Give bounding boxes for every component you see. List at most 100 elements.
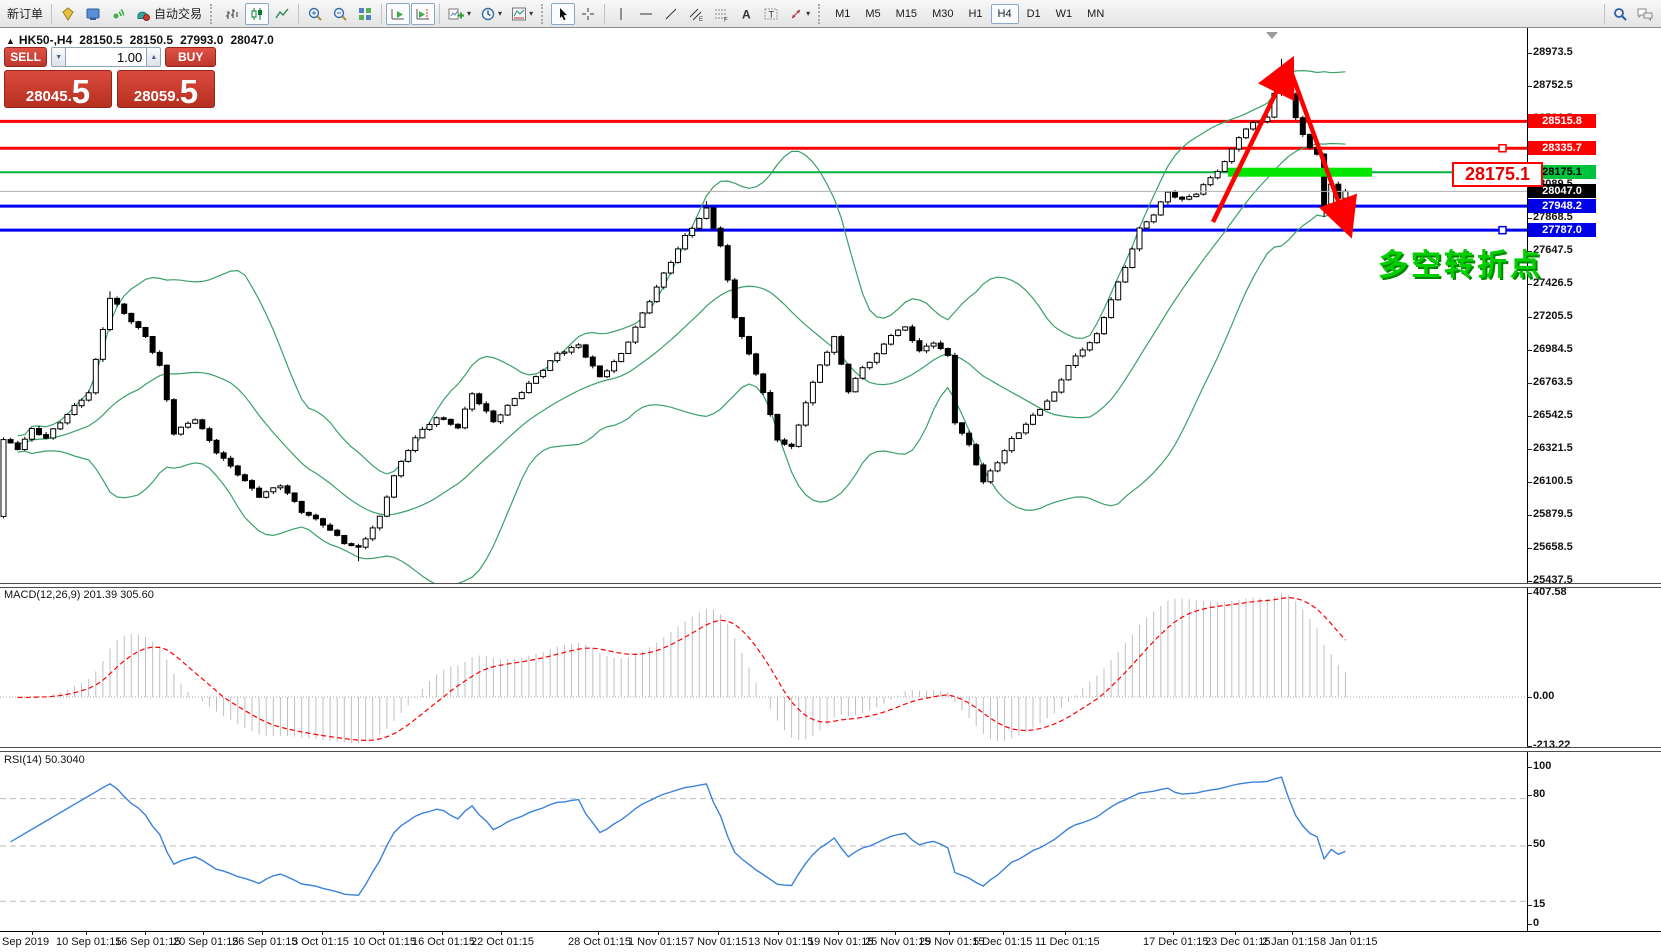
zoom-in-icon <box>307 6 323 22</box>
trendline-tool-button[interactable] <box>659 3 683 25</box>
price-tick-label: 28752.5 <box>1533 79 1573 91</box>
terminal-button[interactable] <box>81 3 105 25</box>
chat-button[interactable] <box>1632 3 1658 25</box>
tile-windows-button[interactable] <box>353 3 377 25</box>
cursor-tool-button[interactable] <box>551 3 575 25</box>
panel-resize-bar[interactable] <box>0 747 1661 752</box>
toolbar-separator <box>381 4 382 24</box>
time-label: 16 Sep 01:15 <box>115 936 180 948</box>
toolbar-drag-handle[interactable] <box>541 4 545 24</box>
time-tick <box>86 931 87 935</box>
rsi-panel-canvas[interactable] <box>0 749 1527 931</box>
toolbar-drag-handle[interactable] <box>818 4 822 24</box>
tab-m30[interactable]: M30 <box>925 4 960 24</box>
toolbar-drag-handle[interactable] <box>210 4 214 24</box>
panel-resize-bar[interactable] <box>0 583 1661 588</box>
ohlc-open: 28150.5 <box>79 33 122 47</box>
chat-icon <box>1636 6 1654 22</box>
svg-text:T: T <box>769 9 775 19</box>
new-chart-button[interactable]: ▾ <box>444 3 475 25</box>
signals-button[interactable] <box>106 3 130 25</box>
price-tick-label: 25658.5 <box>1533 541 1573 553</box>
periods-button[interactable]: ▾ <box>476 3 506 25</box>
search-button[interactable] <box>1608 3 1632 25</box>
arrows-tool-button[interactable]: ▾ <box>784 3 814 25</box>
one-click-trading-panel: SELL ▼ ▲ BUY 28045.5 28059.5 <box>4 47 216 108</box>
volume-input[interactable] <box>66 47 146 67</box>
macd-panel-canvas[interactable] <box>0 585 1527 747</box>
zoom-in-button[interactable] <box>303 3 327 25</box>
tab-m1[interactable]: M1 <box>828 4 857 24</box>
time-tick <box>778 931 779 935</box>
sell-price-main: 28045 <box>26 89 68 104</box>
tab-d1[interactable]: D1 <box>1020 4 1048 24</box>
ohlc-low: 27993.0 <box>180 33 223 47</box>
time-tick <box>203 931 204 935</box>
price-tick-label: 26100.5 <box>1533 475 1573 487</box>
chart-shift-button[interactable] <box>411 3 435 25</box>
line-handle <box>1499 145 1506 152</box>
axis-tick <box>1527 548 1532 549</box>
axis-tick <box>1527 53 1532 54</box>
buy-button[interactable]: BUY <box>165 47 216 67</box>
new-order-label: 新订单 <box>7 5 43 22</box>
templates-button[interactable]: ▾ <box>507 3 537 25</box>
tile-windows-icon <box>357 6 373 22</box>
time-label: 23 Dec 01:15 <box>1205 936 1270 948</box>
text-label-tool-button[interactable]: T <box>759 3 783 25</box>
time-label: 26 Sep 01:15 <box>232 936 297 948</box>
channel-tool-button[interactable]: E <box>684 3 708 25</box>
fibonacci-tool-button[interactable]: F <box>709 3 733 25</box>
volume-increase-button[interactable]: ▲ <box>146 47 161 67</box>
zoom-out-button[interactable] <box>328 3 352 25</box>
crosshair-icon <box>580 6 596 22</box>
time-tick <box>501 931 502 935</box>
price-badge: 28335.7 <box>1528 141 1596 155</box>
sell-button[interactable]: SELL <box>4 47 47 67</box>
ohlc-close: 28047.0 <box>230 33 273 47</box>
tab-h4[interactable]: H4 <box>991 4 1019 24</box>
buy-price[interactable]: 28059.5 <box>117 70 215 108</box>
vertical-line-tool-button[interactable] <box>609 3 633 25</box>
volume-decrease-button[interactable]: ▼ <box>51 47 66 67</box>
bar-chart-mode-button[interactable] <box>220 3 244 25</box>
price-tick-label: 26763.5 <box>1533 376 1573 388</box>
symbol-period: HK50-,H4 <box>19 33 72 47</box>
text-tool-button[interactable]: A <box>734 3 758 25</box>
tab-m15[interactable]: M15 <box>889 4 924 24</box>
bollinger-upper <box>18 71 1346 474</box>
ohlc-high: 28150.5 <box>130 33 173 47</box>
time-label: Sep 2019 <box>2 936 49 948</box>
tab-w1[interactable]: W1 <box>1049 4 1080 24</box>
time-label: 13 Nov 01:15 <box>748 936 813 948</box>
sell-price[interactable]: 28045.5 <box>4 70 112 108</box>
horizontal-line-tool-button[interactable] <box>634 3 658 25</box>
time-tick <box>895 931 896 935</box>
rsi-tick-label: 80 <box>1533 788 1545 800</box>
search-icon <box>1612 6 1628 22</box>
new-order-button[interactable]: 新订单 <box>3 3 47 25</box>
candlestick-mode-button[interactable] <box>245 3 269 25</box>
tab-h1[interactable]: H1 <box>961 4 989 24</box>
collapse-arrow-icon[interactable]: ▲ <box>6 36 15 46</box>
time-tick <box>598 931 599 935</box>
autotrading-button[interactable]: 自动交易 <box>131 3 206 25</box>
main-chart-canvas[interactable] <box>0 28 1527 583</box>
chevron-down-icon: ▾ <box>498 9 502 18</box>
time-label: 22 Oct 01:15 <box>471 936 534 948</box>
tab-m5[interactable]: M5 <box>858 4 887 24</box>
axis-tick <box>1527 350 1532 351</box>
line-chart-mode-button[interactable] <box>270 3 294 25</box>
axis-tick <box>1527 317 1532 318</box>
gem-icon-button[interactable] <box>56 3 80 25</box>
text-label-icon: T <box>763 6 779 22</box>
time-tick <box>1292 931 1293 935</box>
time-tick <box>145 931 146 935</box>
axis-tick <box>1527 515 1532 516</box>
tab-mn[interactable]: MN <box>1080 4 1111 24</box>
auto-scroll-button[interactable] <box>386 3 410 25</box>
bar-chart-icon <box>224 6 240 22</box>
crosshair-tool-button[interactable] <box>576 3 600 25</box>
zoom-out-icon <box>332 6 348 22</box>
price-annotation-box[interactable]: 28175.1 <box>1452 162 1543 187</box>
